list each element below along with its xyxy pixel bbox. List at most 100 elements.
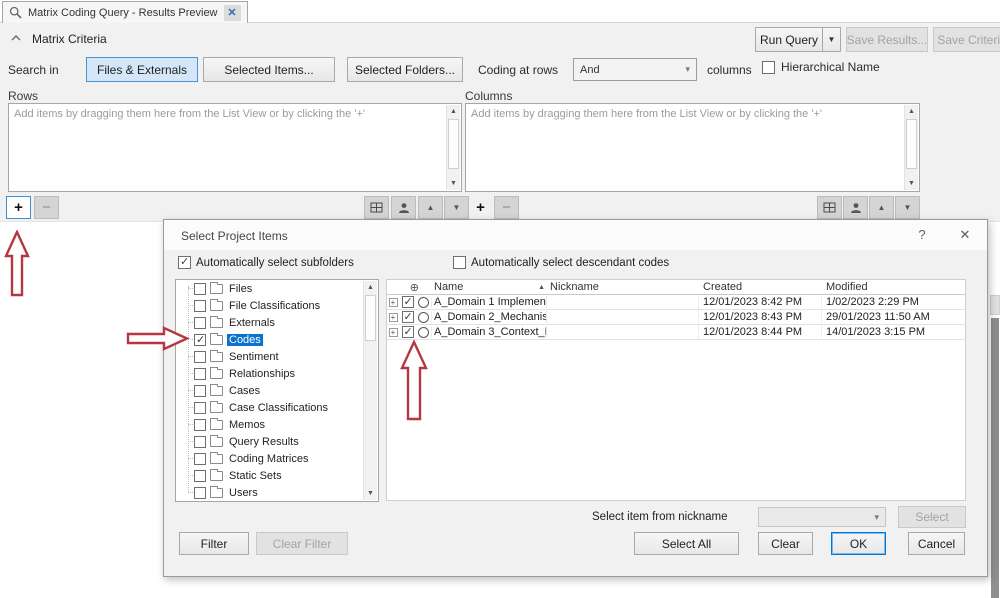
background-scrollbar[interactable] <box>991 318 999 598</box>
remove-rows-button[interactable]: − <box>34 196 59 219</box>
remove-columns-button[interactable]: − <box>494 196 519 219</box>
checkbox[interactable] <box>194 402 206 414</box>
rows-matrix-icon[interactable] <box>364 196 389 219</box>
rows-drop-panel[interactable]: Add items by dragging them here from the… <box>8 103 462 192</box>
scroll-up-icon[interactable]: ▲ <box>447 105 460 118</box>
expand-icon[interactable]: + <box>387 313 399 322</box>
aggregate-radio[interactable] <box>418 327 429 338</box>
run-query-dropdown-button[interactable]: ▼ <box>822 27 841 52</box>
caret-down-icon: ▼ <box>828 35 836 44</box>
rows-label: Rows <box>8 89 38 103</box>
tab-close-icon[interactable]: ✕ <box>224 5 241 21</box>
tree-item-file-classifications[interactable]: File Classifications <box>176 297 378 314</box>
aggregate-column-icon[interactable]: ⊕ <box>387 281 432 294</box>
scrollbar-thumb[interactable] <box>365 295 376 341</box>
table-row[interactable]: +A_Domain 3_Context_How d12/01/2023 8:44… <box>387 325 965 340</box>
clear-filter-button[interactable]: Clear Filter <box>256 532 348 555</box>
table-row[interactable]: +A_Domain 1 Implementation12/01/2023 8:4… <box>387 295 965 310</box>
rows-panel-scrollbar[interactable]: ▲ ▼ <box>446 105 460 190</box>
aggregate-radio[interactable] <box>418 312 429 323</box>
select-all-button[interactable]: Select All <box>634 532 739 555</box>
help-icon[interactable]: ? <box>909 227 935 242</box>
auto-subfolders-checkbox[interactable] <box>178 256 191 269</box>
clear-button[interactable]: Clear <box>758 532 813 555</box>
dialog-close-icon[interactable]: ✕ <box>952 227 978 243</box>
scroll-down-icon[interactable]: ▼ <box>447 177 460 190</box>
scope-selected-items-button[interactable]: Selected Items... <box>203 57 335 82</box>
tree-item-files[interactable]: Files <box>176 280 378 297</box>
columns-move-down-icon[interactable]: ▼ <box>895 196 920 219</box>
filter-button[interactable]: Filter <box>179 532 249 555</box>
checkbox[interactable] <box>194 487 206 499</box>
add-columns-button[interactable]: + <box>468 196 493 219</box>
tree-scrollbar[interactable]: ▲ ▼ <box>363 281 377 500</box>
collapse-chevron-icon[interactable] <box>11 35 21 41</box>
ok-button[interactable]: OK <box>831 532 886 555</box>
rows-move-down-icon[interactable]: ▼ <box>444 196 469 219</box>
tree-item-query-results[interactable]: Query Results <box>176 433 378 450</box>
auto-descendants-checkbox[interactable] <box>453 256 466 269</box>
tree-item-case-classifications[interactable]: Case Classifications <box>176 399 378 416</box>
results-preview-tab[interactable]: Matrix Coding Query - Results Preview ✕ <box>2 1 248 23</box>
tree-item-sentiment[interactable]: Sentiment <box>176 348 378 365</box>
add-rows-button[interactable]: + <box>6 196 31 219</box>
checkbox[interactable] <box>402 311 414 323</box>
tree-item-coding-matrices[interactable]: Coding Matrices <box>176 450 378 467</box>
table-header-row[interactable]: ⊕ Name ▲ Nickname Created Modified <box>387 280 965 295</box>
columns-panel-scrollbar[interactable]: ▲ ▼ <box>904 105 918 190</box>
checkbox[interactable] <box>194 317 206 329</box>
save-results-button[interactable]: Save Results... <box>846 27 928 52</box>
modified-column-header[interactable]: Modified <box>822 281 965 293</box>
checkbox[interactable] <box>194 300 206 312</box>
run-query-button[interactable]: Run Query <box>755 27 823 52</box>
expand-icon[interactable]: + <box>387 298 399 307</box>
name-column-header[interactable]: Name ▲ <box>432 281 547 293</box>
save-criteria-button[interactable]: Save Criteria... <box>933 27 1000 52</box>
scrollbar-thumb[interactable] <box>448 119 459 169</box>
checkbox[interactable] <box>194 385 206 397</box>
scroll-down-icon[interactable]: ▼ <box>905 177 918 190</box>
tree-item-codes[interactable]: Codes <box>176 331 378 348</box>
columns-drop-panel[interactable]: Add items by dragging them here from the… <box>465 103 920 192</box>
tree-item-static-sets[interactable]: Static Sets <box>176 467 378 484</box>
checkbox[interactable] <box>194 351 206 363</box>
nickname-column-header[interactable]: Nickname <box>547 281 699 293</box>
table-row[interactable]: +A_Domain 2_Mechanisms of12/01/2023 8:43… <box>387 310 965 325</box>
tree-item-cases[interactable]: Cases <box>176 382 378 399</box>
aggregate-radio[interactable] <box>418 297 429 308</box>
rows-move-up-icon[interactable]: ▲ <box>418 196 443 219</box>
tree-item-users[interactable]: Users <box>176 484 378 501</box>
scope-selected-folders-button[interactable]: Selected Folders... <box>347 57 463 82</box>
checkbox[interactable] <box>402 326 414 338</box>
checkbox[interactable] <box>194 419 206 431</box>
tree-item-externals[interactable]: Externals <box>176 314 378 331</box>
checkbox[interactable] <box>194 436 206 448</box>
checkbox[interactable] <box>194 470 206 482</box>
columns-user-icon[interactable] <box>843 196 868 219</box>
folder-icon <box>210 352 223 362</box>
scroll-down-icon[interactable]: ▼ <box>364 487 377 500</box>
hierarchical-name-label: Hierarchical Name <box>781 60 880 74</box>
operator-select[interactable]: And ▾ <box>573 58 697 81</box>
scroll-up-icon[interactable]: ▲ <box>905 105 918 118</box>
columns-move-up-icon[interactable]: ▲ <box>869 196 894 219</box>
annotation-arrow-right-codes <box>126 325 190 352</box>
checkbox[interactable] <box>194 334 206 346</box>
hierarchical-name-checkbox[interactable] <box>762 61 775 74</box>
scrollbar-thumb[interactable] <box>906 119 917 169</box>
scope-files-externals-button[interactable]: Files & Externals <box>86 57 198 82</box>
cancel-button[interactable]: Cancel <box>908 532 965 555</box>
columns-matrix-icon[interactable] <box>817 196 842 219</box>
expand-icon[interactable]: + <box>387 328 399 337</box>
created-column-header[interactable]: Created <box>699 281 822 293</box>
nickname-dropdown[interactable]: ▾ <box>758 507 886 527</box>
select-button[interactable]: Select <box>898 506 966 528</box>
tree-item-relationships[interactable]: Relationships <box>176 365 378 382</box>
checkbox[interactable] <box>194 368 206 380</box>
scroll-up-icon[interactable]: ▲ <box>364 281 377 294</box>
checkbox[interactable] <box>194 453 206 465</box>
checkbox[interactable] <box>402 296 414 308</box>
checkbox[interactable] <box>194 283 206 295</box>
tree-item-memos[interactable]: Memos <box>176 416 378 433</box>
rows-user-icon[interactable] <box>391 196 416 219</box>
